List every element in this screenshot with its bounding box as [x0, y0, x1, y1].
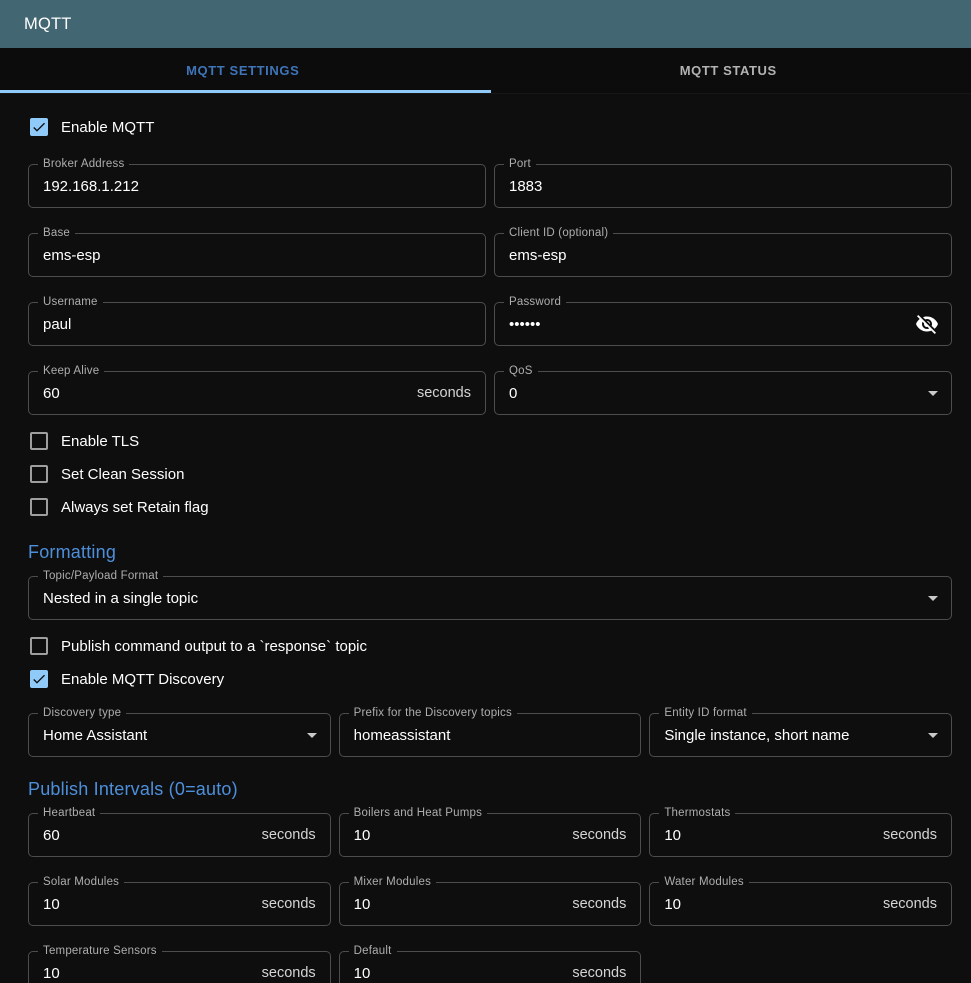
- topic-format-label: Topic/Payload Format: [38, 570, 163, 583]
- client-id-label: Client ID (optional): [504, 227, 613, 240]
- port-input[interactable]: [495, 165, 951, 207]
- heartbeat-input[interactable]: [29, 814, 262, 856]
- enable-tls-checkbox[interactable]: Enable TLS: [28, 428, 952, 454]
- chevron-down-icon[interactable]: [921, 723, 945, 747]
- retain-flag-label: Always set Retain flag: [61, 499, 209, 516]
- thermostats-interval-unit: seconds: [883, 827, 951, 843]
- mixer-interval-label: Mixer Modules: [349, 876, 436, 889]
- boilers-interval-unit: seconds: [572, 827, 640, 843]
- heartbeat-field: Heartbeat seconds: [28, 813, 331, 857]
- password-input[interactable]: [495, 303, 915, 345]
- password-label: Password: [504, 296, 566, 309]
- qos-value[interactable]: [495, 372, 921, 414]
- clean-session-checkbox[interactable]: Set Clean Session: [28, 461, 952, 487]
- mixer-interval-input[interactable]: [340, 883, 573, 925]
- thermostats-interval-input[interactable]: [650, 814, 883, 856]
- topic-format-value[interactable]: [29, 577, 921, 619]
- base-label: Base: [38, 227, 75, 240]
- mixer-interval-unit: seconds: [572, 896, 640, 912]
- checkbox-unchecked-icon: [30, 637, 48, 655]
- username-label: Username: [38, 296, 103, 309]
- publish-intervals-section-header: Publish Intervals (0=auto): [28, 777, 952, 801]
- default-interval-unit: seconds: [572, 965, 640, 981]
- chevron-down-icon[interactable]: [300, 723, 324, 747]
- checkbox-unchecked-icon: [30, 498, 48, 516]
- keep-alive-unit: seconds: [417, 385, 485, 401]
- publish-response-label: Publish command output to a `response` t…: [61, 638, 367, 655]
- mqtt-settings-form: Enable MQTT Broker Address Port Base Cli…: [0, 94, 971, 983]
- thermostats-interval-label: Thermostats: [659, 807, 735, 820]
- qos-select[interactable]: QoS: [494, 371, 952, 415]
- tab-bar: MQTT SETTINGS MQTT STATUS: [0, 48, 971, 94]
- username-input[interactable]: [29, 303, 485, 345]
- temperature-interval-label: Temperature Sensors: [38, 945, 162, 958]
- mixer-interval-field: Mixer Modules seconds: [339, 882, 642, 926]
- qos-label: QoS: [504, 365, 538, 378]
- tab-mqtt-status[interactable]: MQTT STATUS: [486, 48, 971, 93]
- enable-discovery-label: Enable MQTT Discovery: [61, 671, 224, 688]
- broker-address-field: Broker Address: [28, 164, 486, 208]
- clean-session-label: Set Clean Session: [61, 466, 184, 483]
- keep-alive-label: Keep Alive: [38, 365, 104, 378]
- enable-mqtt-label: Enable MQTT: [61, 119, 154, 136]
- checkbox-checked-icon: [30, 118, 48, 136]
- water-interval-unit: seconds: [883, 896, 951, 912]
- visibility-off-icon[interactable]: [915, 312, 939, 336]
- boilers-interval-field: Boilers and Heat Pumps seconds: [339, 813, 642, 857]
- discovery-prefix-field: Prefix for the Discovery topics: [339, 713, 642, 757]
- page-title: MQTT: [24, 15, 72, 34]
- checkbox-unchecked-icon: [30, 432, 48, 450]
- water-interval-field: Water Modules seconds: [649, 882, 952, 926]
- client-id-input[interactable]: [495, 234, 951, 276]
- entity-format-value[interactable]: [650, 714, 921, 756]
- chevron-down-icon[interactable]: [921, 381, 945, 405]
- solar-interval-unit: seconds: [262, 896, 330, 912]
- discovery-type-select[interactable]: Discovery type: [28, 713, 331, 757]
- tab-mqtt-settings[interactable]: MQTT SETTINGS: [0, 48, 486, 93]
- solar-interval-field: Solar Modules seconds: [28, 882, 331, 926]
- discovery-prefix-input[interactable]: [340, 714, 641, 756]
- checkbox-checked-icon: [30, 670, 48, 688]
- formatting-section-header: Formatting: [28, 540, 952, 564]
- discovery-type-label: Discovery type: [38, 707, 126, 720]
- keep-alive-field: Keep Alive seconds: [28, 371, 486, 415]
- broker-address-input[interactable]: [29, 165, 485, 207]
- solar-interval-input[interactable]: [29, 883, 262, 925]
- entity-format-label: Entity ID format: [659, 707, 751, 720]
- temperature-interval-field: Temperature Sensors seconds: [28, 951, 331, 983]
- default-interval-label: Default: [349, 945, 397, 958]
- heartbeat-unit: seconds: [262, 827, 330, 843]
- solar-interval-label: Solar Modules: [38, 876, 124, 889]
- retain-flag-checkbox[interactable]: Always set Retain flag: [28, 494, 952, 520]
- checkbox-unchecked-icon: [30, 465, 48, 483]
- enable-tls-label: Enable TLS: [61, 433, 139, 450]
- discovery-prefix-label: Prefix for the Discovery topics: [349, 707, 517, 720]
- active-tab-indicator: [0, 90, 491, 93]
- water-interval-label: Water Modules: [659, 876, 749, 889]
- port-label: Port: [504, 158, 536, 171]
- enable-discovery-checkbox[interactable]: Enable MQTT Discovery: [28, 666, 952, 692]
- heartbeat-label: Heartbeat: [38, 807, 100, 820]
- enable-mqtt-checkbox[interactable]: Enable MQTT: [28, 114, 952, 140]
- base-field: Base: [28, 233, 486, 277]
- publish-response-checkbox[interactable]: Publish command output to a `response` t…: [28, 633, 952, 659]
- port-field: Port: [494, 164, 952, 208]
- base-input[interactable]: [29, 234, 485, 276]
- default-interval-field: Default seconds: [339, 951, 642, 983]
- client-id-field: Client ID (optional): [494, 233, 952, 277]
- app-header: MQTT: [0, 0, 971, 48]
- username-field: Username: [28, 302, 486, 346]
- temperature-interval-unit: seconds: [262, 965, 330, 981]
- entity-format-select[interactable]: Entity ID format: [649, 713, 952, 757]
- boilers-interval-input[interactable]: [340, 814, 573, 856]
- discovery-type-value[interactable]: [29, 714, 300, 756]
- password-field: Password: [494, 302, 952, 346]
- thermostats-interval-field: Thermostats seconds: [649, 813, 952, 857]
- keep-alive-input[interactable]: [29, 372, 417, 414]
- water-interval-input[interactable]: [650, 883, 883, 925]
- chevron-down-icon[interactable]: [921, 586, 945, 610]
- boilers-interval-label: Boilers and Heat Pumps: [349, 807, 487, 820]
- topic-format-select[interactable]: Topic/Payload Format: [28, 576, 952, 620]
- broker-address-label: Broker Address: [38, 158, 129, 171]
